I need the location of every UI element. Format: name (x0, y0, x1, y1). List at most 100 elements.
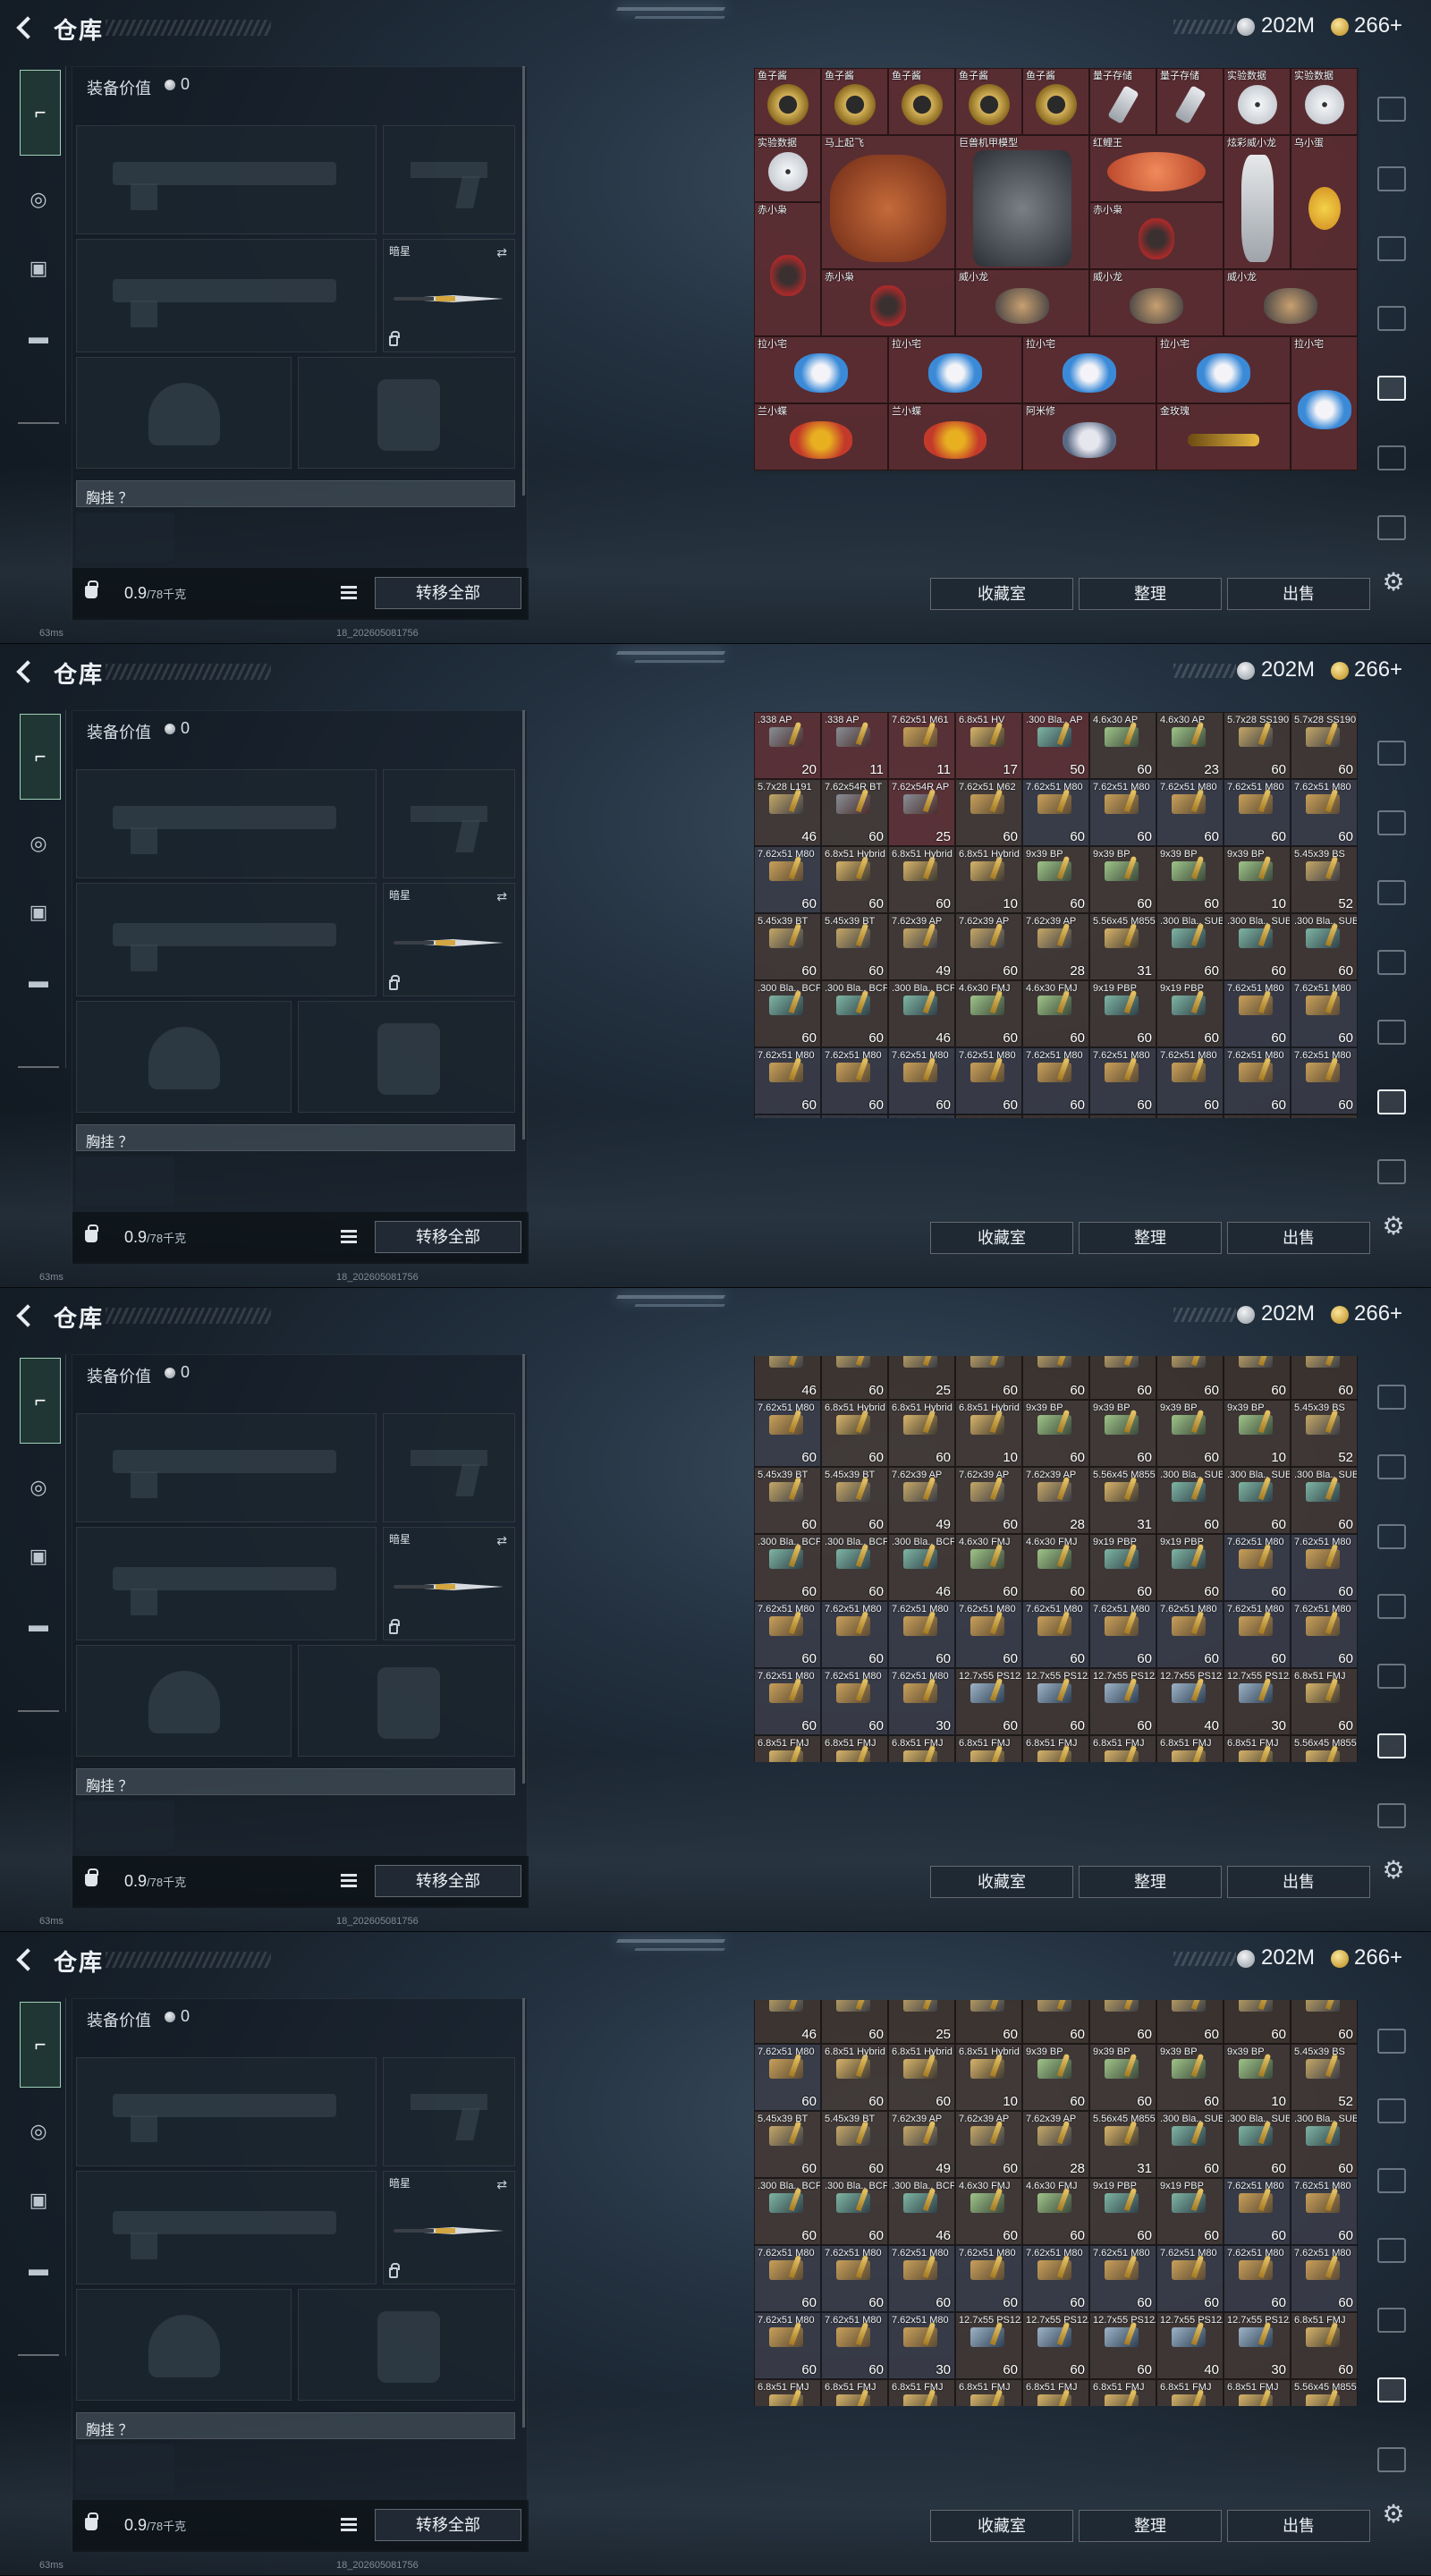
stash-item[interactable]: 巨兽机甲模型 (955, 135, 1089, 269)
collection-room-button[interactable]: 收藏室 (930, 2510, 1073, 2542)
stash-item[interactable]: 5.45x39 BT 60 (754, 1467, 821, 1534)
stash-item[interactable]: 赤小枭 (1089, 202, 1224, 269)
helmet-slot[interactable] (76, 357, 292, 469)
stash-item[interactable]: 6.8x51 FMJ60 (821, 2379, 888, 2406)
crate-iii-icon[interactable] (1377, 515, 1406, 540)
stash-item[interactable]: 9x39 BP 10 (1224, 1400, 1291, 1467)
crate-iv-icon[interactable] (1377, 1733, 1406, 1758)
stash-item[interactable]: 兰小蝶 (888, 403, 1022, 470)
stash-item[interactable]: 7.62x54R BT 60 (821, 779, 888, 846)
stash-item[interactable]: 炫彩威小龙 (1224, 135, 1291, 269)
crate-icon[interactable] (1377, 810, 1406, 835)
stash-item[interactable]: .300 Bla.. BCP FMJ 60 (821, 2178, 888, 2245)
stash-item[interactable]: 6.8x51 FMJ60 (1156, 2379, 1224, 2406)
armor-slot[interactable] (298, 1001, 515, 1113)
chest-rig-header[interactable]: 胸挂 ？ (76, 1124, 515, 1151)
stash-item[interactable]: 6.8x51 HV 17 (955, 712, 1022, 779)
stash-item[interactable]: 60 (1224, 1356, 1291, 1400)
briefcase-icon[interactable]: ▬ (18, 317, 59, 358)
stash-item[interactable]: 7.62x51 M80 60 (1291, 1047, 1358, 1114)
scrollbar[interactable] (522, 66, 525, 496)
briefcase-icon[interactable]: ▬ (18, 1605, 59, 1646)
armor-slot[interactable] (298, 2289, 515, 2401)
camera-crate-icon[interactable] (1377, 376, 1406, 401)
stash-item[interactable]: 7.62x51 M80 60 (821, 2245, 888, 2312)
stash-item[interactable]: 量子存储 (1156, 68, 1224, 135)
stash-item[interactable]: 6.8x51 FMJ60 (1022, 1735, 1089, 1762)
briefcase-icon[interactable]: ▬ (18, 2249, 59, 2290)
stash-item[interactable]: 6.8x51 FMJ60 (754, 1735, 821, 1762)
gear-icon[interactable]: ⚙ (1380, 569, 1407, 596)
stash-item[interactable]: 6.8x51 FMJ60 (821, 1735, 888, 1762)
chest-rig-header[interactable]: 胸挂 ？ (76, 1768, 515, 1795)
swap-icon[interactable]: ⇄ (496, 889, 507, 904)
stash-item[interactable]: 5.45x39 BS 52 (1291, 1400, 1358, 1467)
helmet-icon[interactable]: ◎ (18, 1467, 59, 1508)
stash-item[interactable]: 12.7x55 PS12A40 (1156, 1114, 1224, 1118)
stash-item[interactable]: 实验数据 (1224, 68, 1291, 135)
helmet-slot[interactable] (76, 2289, 292, 2401)
stash-item[interactable]: .300 Bla.. BCP FMJ 46 (888, 2178, 955, 2245)
chest-rig-header[interactable]: 胸挂 ？ (76, 480, 515, 507)
stash-item[interactable]: 4.6x30 FMJ 60 (955, 1534, 1022, 1601)
stash-item[interactable]: 7.62x51 M80 60 (1224, 2245, 1291, 2312)
chest-rig-header[interactable]: 胸挂 ？ (76, 2412, 515, 2439)
stash-item[interactable]: 6.8x51 Hybrid 60 (821, 1400, 888, 1467)
stash-item[interactable]: .300 Bla.. BCP FMJ 60 (754, 980, 821, 1047)
stash-item[interactable]: 6.8x51 FMJ60 (1156, 1735, 1224, 1762)
stash-item[interactable]: 7.62x51 M8030 (888, 2312, 955, 2379)
melee-slot[interactable]: 暗星 ⇄ (383, 239, 515, 352)
stash-item[interactable]: 6.8x51 FMJ60 (1291, 2312, 1358, 2379)
stash-item[interactable]: 6.8x51 Hybrid 60 (888, 2044, 955, 2111)
stash-item[interactable]: 6.8x51 Hybrid 60 (888, 846, 955, 913)
stash-item[interactable]: 7.62x51 M80 60 (1156, 2245, 1224, 2312)
stash-item[interactable]: 9x39 BP 10 (1224, 846, 1291, 913)
collection-room-button[interactable]: 收藏室 (930, 578, 1073, 610)
primary-weapon-slot[interactable] (76, 2057, 377, 2166)
stash-item[interactable]: .300 Bla.. SUB 60 (1156, 913, 1224, 980)
melee-slot[interactable]: 暗星 ⇄ (383, 1527, 515, 1640)
stash-item[interactable]: 60 (955, 2000, 1022, 2044)
gate-icon[interactable] (1377, 1385, 1406, 1410)
stash-item[interactable]: 鱼子酱 (1022, 68, 1089, 135)
stash-item[interactable]: 7.62x51 M8030 (888, 1668, 955, 1735)
stash-item[interactable]: 7.62x39 AP 49 (888, 1467, 955, 1534)
backpack-icon[interactable]: ▣ (18, 1536, 59, 1577)
stash-item[interactable]: 7.62x51 M80 60 (1291, 2178, 1358, 2245)
crate-plus-icon[interactable] (1377, 950, 1406, 975)
stash-item[interactable]: 60 (1291, 2000, 1358, 2044)
stash-item[interactable]: 9x19 PBP 60 (1156, 980, 1224, 1047)
stash-item[interactable]: 9x39 BP 10 (1224, 2044, 1291, 2111)
crate-iii-icon[interactable] (1377, 2447, 1406, 2472)
stash-item[interactable]: 7.62x51 M8030 (888, 1114, 955, 1118)
stash-item[interactable]: 6.8x51 Hybrid 10 (955, 846, 1022, 913)
stash-item[interactable]: 7.62x51 M80 60 (821, 1601, 888, 1668)
stash-item[interactable]: 6.8x51 FMJ50 (1224, 1735, 1291, 1762)
stash-item[interactable]: 4.6x30 FMJ 60 (1022, 1534, 1089, 1601)
stash-item[interactable]: .300 Bla.. BCP FMJ 60 (821, 1534, 888, 1601)
stash-item[interactable]: 6.8x51 Hybrid 60 (821, 846, 888, 913)
pistol-slot[interactable] (383, 2057, 515, 2166)
stash-item[interactable]: 60 (821, 2000, 888, 2044)
stash-item[interactable]: 12.7x55 PS12A60 (1022, 1114, 1089, 1118)
stash-item[interactable]: 7.62x51 M80 60 (1291, 1534, 1358, 1601)
stash-item[interactable]: 9x19 PBP 60 (1156, 2178, 1224, 2245)
stash-item[interactable]: 6.8x51 FMJ60 (754, 2379, 821, 2406)
primary-weapon-slot[interactable] (76, 1413, 377, 1522)
helmet-icon[interactable]: ◎ (18, 823, 59, 864)
stash-item[interactable]: 9x19 PBP 60 (1089, 980, 1156, 1047)
stash-item[interactable]: 5.7x28 SS190 60 (1224, 712, 1291, 779)
back-arrow-icon[interactable] (13, 1302, 38, 1327)
stash-item[interactable]: .300 Bla.. SUB 60 (1224, 2111, 1291, 2178)
stash-item[interactable]: 5.56x45 M855A160 (1291, 1735, 1358, 1762)
chest-rig-slot[interactable] (76, 1157, 174, 1206)
sort-button[interactable]: 整理 (1079, 1222, 1222, 1254)
stash-item[interactable]: 7.62x51 M80 60 (1089, 1047, 1156, 1114)
stash-item[interactable]: 7.62x51 M80 60 (754, 1047, 821, 1114)
stash-item[interactable]: 9x19 PBP 60 (1089, 1534, 1156, 1601)
stash-item[interactable]: 12.7x55 PS12A40 (1156, 1668, 1224, 1735)
stash-item[interactable]: 7.62x51 M80 60 (1156, 1047, 1224, 1114)
stash-item[interactable]: 12.7x55 PS12A60 (955, 2312, 1022, 2379)
stash-item[interactable]: 6.8x51 FMJ60 (1089, 2379, 1156, 2406)
stash-item[interactable]: 46 (754, 2000, 821, 2044)
